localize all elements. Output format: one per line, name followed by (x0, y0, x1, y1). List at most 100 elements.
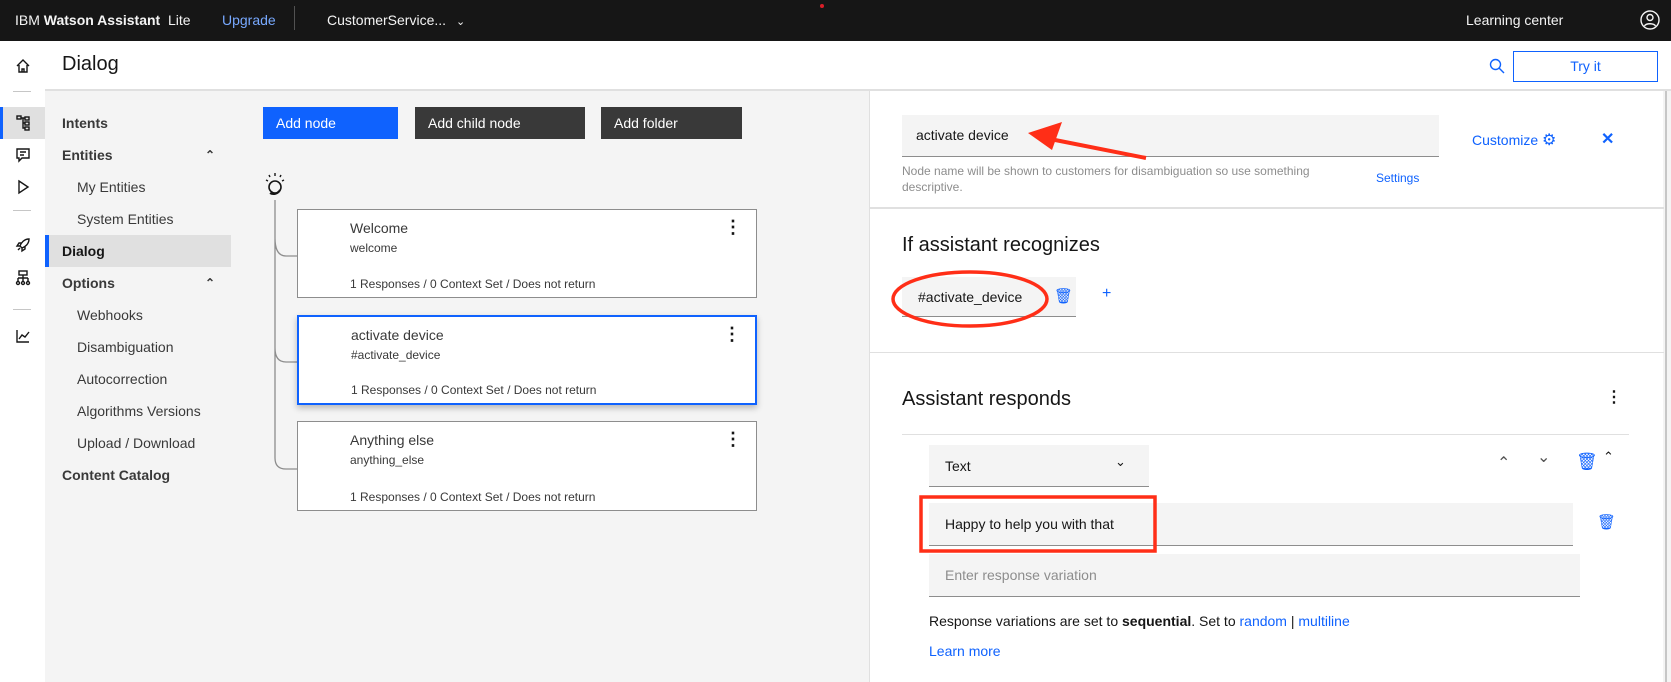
chevron-down-icon: ⌄ (455, 16, 466, 28)
nav-label: Intents (62, 115, 108, 131)
divider (13, 210, 31, 211)
plan-label: Lite (168, 12, 191, 28)
notification-dot (820, 4, 824, 8)
gear-icon: ⚙ (1542, 132, 1557, 149)
chevron-up-icon[interactable]: ⌃ (205, 139, 215, 171)
nav-my-entities[interactable]: My Entities (45, 171, 231, 203)
top-bar: IBM Watson Assistant Lite Upgrade Custom… (0, 0, 1671, 41)
page-header: Dialog Try it (45, 41, 1671, 91)
multiline-link[interactable]: multiline (1298, 613, 1349, 629)
random-link[interactable]: random (1240, 613, 1287, 629)
nav-algorithms-versions[interactable]: Algorithms Versions (45, 395, 231, 427)
settings-link[interactable]: Settings (1376, 171, 1419, 185)
scrollbar[interactable] (1665, 91, 1667, 682)
nav-label: Disambiguation (77, 339, 174, 355)
overflow-menu-icon[interactable]: ⋮ (724, 430, 742, 448)
move-up-icon[interactable]: ⌃ (1497, 453, 1510, 473)
node-title: Welcome (350, 220, 409, 236)
home-icon[interactable] (0, 50, 45, 82)
node-name-help: Node name will be shown to customers for… (902, 164, 1310, 194)
nav-label: My Entities (77, 179, 146, 195)
move-down-icon[interactable]: ⌄ (1537, 447, 1550, 467)
brand[interactable]: IBM Watson Assistant Lite (15, 12, 191, 28)
nav-label: Dialog (62, 243, 105, 259)
dialog-node-welcome[interactable]: Welcome welcome 1 Responses / 0 Context … (297, 209, 757, 298)
watson-logo-icon (265, 173, 285, 195)
trash-icon[interactable]: 🗑 (1054, 287, 1073, 305)
recognizes-heading: If assistant recognizes (902, 234, 1100, 256)
nav-webhooks[interactable]: Webhooks (45, 299, 231, 331)
condition-chip[interactable]: #activate_device 🗑 (902, 277, 1076, 317)
add-condition-button[interactable]: + (1102, 285, 1111, 303)
overflow-menu-icon[interactable]: ⋮ (1606, 387, 1622, 407)
nav-disambiguation[interactable]: Disambiguation (45, 331, 231, 363)
node-condition: anything_else (350, 453, 425, 467)
customize-button[interactable]: Customize ⚙ (1472, 130, 1556, 150)
trash-icon[interactable]: 🗑 (1576, 452, 1598, 472)
chat-icon[interactable] (0, 139, 45, 171)
collapse-icon[interactable]: ⌃ (1603, 449, 1614, 465)
close-icon[interactable]: ✕ (1601, 129, 1614, 149)
node-name-input[interactable]: activate device (902, 115, 1439, 157)
response-variation-input[interactable]: Enter response variation (929, 554, 1580, 597)
add-node-button[interactable]: Add node (263, 107, 398, 139)
dialog-node-activate-device[interactable]: activate device #activate_device 1 Respo… (297, 315, 757, 405)
customize-label: Customize (1472, 132, 1539, 148)
condition-text: #activate_device (918, 289, 1023, 305)
nav-options[interactable]: Options ⌃ (45, 267, 231, 299)
nav-label: Webhooks (77, 307, 143, 323)
divider (294, 6, 295, 30)
brand-name: Watson Assistant (43, 12, 161, 28)
divider (870, 207, 1664, 209)
chevron-up-icon[interactable]: ⌃ (205, 267, 215, 299)
node-editor-panel: activate device Node name will be shown … (869, 91, 1667, 682)
nav-label: Entities (62, 147, 113, 163)
add-child-node-button[interactable]: Add child node (415, 107, 585, 139)
nav-label: Content Catalog (62, 467, 171, 483)
responds-heading: Assistant responds (902, 388, 1071, 410)
analytics-icon[interactable] (0, 320, 45, 352)
nav-label: Options (62, 275, 115, 291)
nav-dialog[interactable]: Dialog (45, 235, 231, 267)
workspace-selector[interactable]: CustomerService... ⌄ (327, 12, 465, 28)
upgrade-link[interactable]: Upgrade (222, 12, 276, 28)
trash-icon[interactable]: 🗑 (1597, 513, 1616, 531)
divider (13, 309, 31, 310)
node-summary: 1 Responses / 0 Context Set / Does not r… (350, 277, 596, 291)
variation-info: Response variations are set to sequentia… (929, 613, 1350, 629)
nav-autocorrection[interactable]: Autocorrection (45, 363, 231, 395)
nav-system-entities[interactable]: System Entities (45, 203, 231, 235)
response-type-dropdown[interactable]: Text ⌄ (929, 445, 1149, 487)
play-icon[interactable] (0, 171, 45, 203)
dialog-node-anything-else[interactable]: Anything else anything_else 1 Responses … (297, 421, 757, 511)
nav-entities[interactable]: Entities ⌃ (45, 139, 231, 171)
search-icon[interactable] (1489, 58, 1505, 74)
response-text-input[interactable]: Happy to help you with that (929, 503, 1573, 546)
learn-more-link[interactable]: Learn more (929, 643, 1001, 659)
icon-rail (0, 41, 45, 682)
separator: | (1286, 613, 1299, 629)
divider (902, 434, 1629, 435)
nav-upload-download[interactable]: Upload / Download (45, 427, 231, 459)
info-text: Response variations are set to (929, 613, 1122, 629)
info-text: . Set to (1191, 613, 1240, 629)
try-it-button[interactable]: Try it (1513, 51, 1658, 82)
learning-center-link[interactable]: Learning center (1466, 12, 1563, 28)
brand-ibm: IBM (15, 12, 44, 28)
user-avatar-icon[interactable] (1640, 10, 1660, 30)
divider (13, 91, 31, 92)
overflow-menu-icon[interactable]: ⋮ (723, 325, 741, 343)
dialog-tree-icon[interactable] (0, 107, 45, 139)
nav-label: System Entities (77, 211, 174, 227)
nav-intents[interactable]: Intents (45, 107, 231, 139)
overflow-menu-icon[interactable]: ⋮ (724, 218, 742, 236)
rocket-icon[interactable] (0, 229, 45, 261)
node-condition: #activate_device (351, 348, 441, 362)
nav-content-catalog[interactable]: Content Catalog (45, 459, 231, 491)
node-title: Anything else (350, 432, 435, 448)
node-title: activate device (351, 327, 444, 343)
response-type-value: Text (945, 458, 971, 474)
divider (870, 352, 1664, 353)
add-folder-button[interactable]: Add folder (601, 107, 742, 139)
sitemap-icon[interactable] (0, 262, 45, 294)
